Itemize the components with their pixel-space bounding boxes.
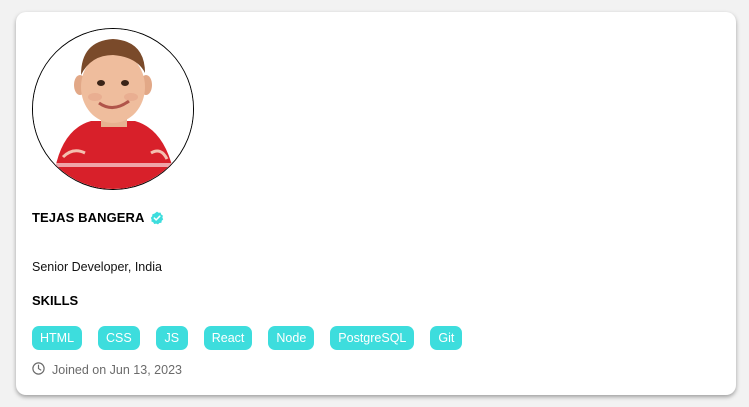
joined-date: Joined on Jun 13, 2023 (52, 363, 182, 377)
profile-card: TEJAS BANGERA Senior Developer, India SK… (16, 12, 736, 395)
joined-row: Joined on Jun 13, 2023 (32, 362, 182, 377)
skill-badge-css: CSS (98, 326, 140, 350)
skill-badge-git: Git (430, 326, 463, 350)
avatar (32, 28, 194, 190)
verified-check-icon (150, 211, 164, 225)
profile-name: TEJAS BANGERA (32, 210, 145, 225)
skill-badge-html: HTML (32, 326, 83, 350)
skills-heading: SKILLS (32, 293, 79, 308)
skill-badge-js: JS (155, 326, 188, 350)
skill-badge-react: React (203, 326, 253, 350)
skills-list: HTML CSS JS React Node PostgreSQL Git (32, 326, 463, 350)
clock-icon (32, 362, 45, 375)
avatar-photo (33, 29, 193, 189)
skill-badge-node: Node (268, 326, 315, 350)
skill-badge-postgresql: PostgreSQL (330, 326, 415, 350)
profile-title: Senior Developer, India (32, 260, 162, 274)
name-row: TEJAS BANGERA (32, 210, 164, 225)
